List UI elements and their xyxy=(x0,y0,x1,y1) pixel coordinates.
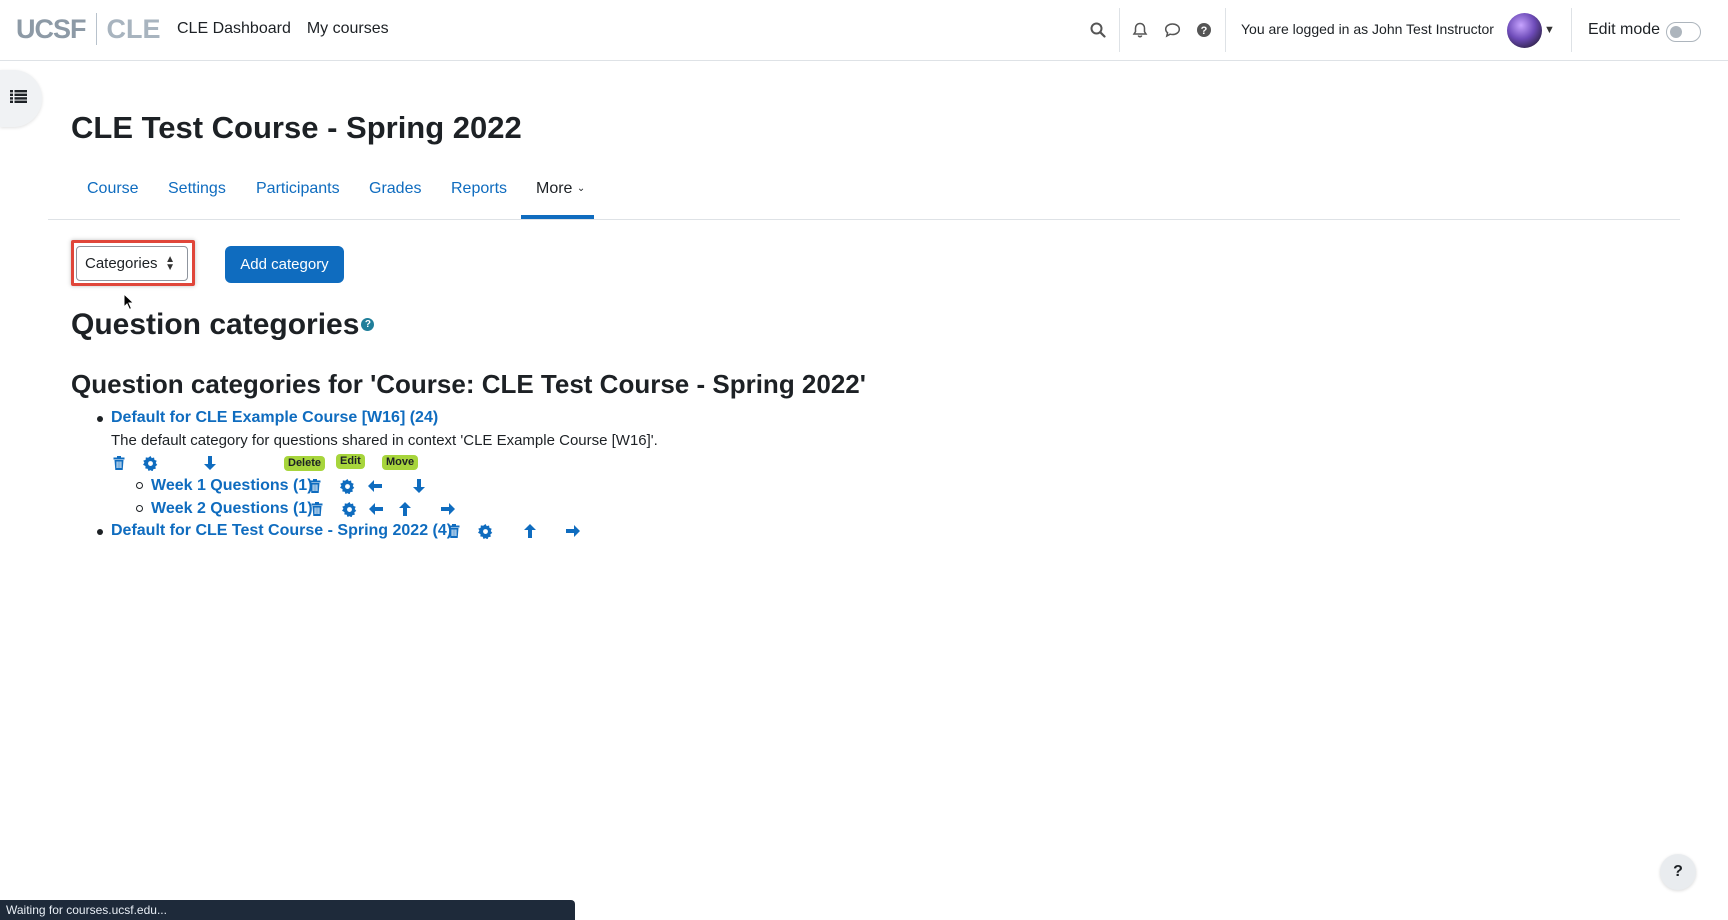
gear-icon[interactable] xyxy=(142,455,158,471)
logo-divider xyxy=(95,13,97,45)
arrow-left-icon[interactable] xyxy=(367,478,383,494)
list-bullet xyxy=(136,505,143,512)
question-bank-select[interactable]: Categories ▲ ▼ xyxy=(76,246,188,281)
context-heading: Question categories for 'Course: CLE Tes… xyxy=(71,369,866,399)
chevron-down-icon: ⌄ xyxy=(576,183,586,194)
messages-chat-icon[interactable] xyxy=(1161,19,1183,41)
trash-icon[interactable] xyxy=(446,523,462,539)
list-bullet xyxy=(136,482,143,489)
help-button[interactable]: ? xyxy=(1660,854,1696,890)
edit-mode-label: Edit mode xyxy=(1588,21,1661,38)
move-tag: Move xyxy=(382,455,419,470)
secondary-navigation: Course Settings Participants Grades Repo… xyxy=(48,170,1680,220)
help-question-icon[interactable]: ? xyxy=(361,317,375,331)
user-avatar[interactable] xyxy=(1507,13,1542,48)
toggle-knob xyxy=(1670,26,1682,38)
select-value: Categories xyxy=(85,255,158,272)
tab-participants[interactable]: Participants xyxy=(256,180,340,198)
navbar-divider xyxy=(1571,8,1572,52)
arrow-right-icon[interactable] xyxy=(440,501,456,517)
gear-icon[interactable] xyxy=(339,478,355,494)
navbar-divider xyxy=(1119,8,1120,52)
gear-icon[interactable] xyxy=(477,523,493,539)
category-week-2[interactable]: Week 2 Questions (1) xyxy=(151,500,313,518)
logged-in-user-text: You are logged in as John Test Instructo… xyxy=(1241,21,1494,37)
arrow-left-icon[interactable] xyxy=(368,501,384,517)
trash-icon[interactable] xyxy=(307,478,323,494)
tab-reports[interactable]: Reports xyxy=(451,180,507,198)
delete-tag: Delete xyxy=(284,456,326,471)
active-tab-indicator xyxy=(521,215,594,219)
tab-grades[interactable]: Grades xyxy=(369,180,421,198)
tab-more[interactable]: More ⌄ xyxy=(536,180,585,198)
trash-icon[interactable] xyxy=(309,501,325,517)
category-default-cle-test[interactable]: Default for CLE Test Course - Spring 202… xyxy=(111,522,452,540)
chevron-down-icon[interactable]: ▼ xyxy=(1544,24,1555,36)
page-title: CLE Test Course - Spring 2022 xyxy=(71,110,522,145)
tab-settings[interactable]: Settings xyxy=(168,180,226,198)
add-category-button[interactable]: Add category xyxy=(225,246,344,283)
top-navbar: UCSF CLE CLE Dashboard My courses ? You … xyxy=(0,0,1728,61)
tab-more-label: More xyxy=(536,180,573,197)
arrow-down-icon[interactable] xyxy=(202,455,218,471)
list-bullet xyxy=(97,529,103,535)
arrow-up-icon[interactable] xyxy=(522,523,538,539)
list-icon xyxy=(10,89,27,108)
nav-cle-dashboard[interactable]: CLE Dashboard xyxy=(177,20,291,38)
browser-status-bar: Waiting for courses.ucsf.edu... xyxy=(0,900,575,920)
site-logo[interactable]: UCSF CLE xyxy=(16,12,161,46)
arrow-right-icon[interactable] xyxy=(565,523,581,539)
logo-cle-text: CLE xyxy=(106,13,161,44)
primary-navigation: CLE Dashboard My courses xyxy=(177,20,389,38)
logo-ucsf-text: UCSF xyxy=(16,13,86,44)
navbar-divider xyxy=(1225,8,1226,52)
edit-mode-toggle[interactable] xyxy=(1666,22,1701,42)
nav-my-courses[interactable]: My courses xyxy=(307,20,389,38)
edit-tag: Edit xyxy=(336,454,365,469)
arrow-down-icon[interactable] xyxy=(411,478,427,494)
category-description: The default category for questions share… xyxy=(111,432,658,449)
question-categories-heading: Question categories? xyxy=(71,308,375,342)
search-icon[interactable] xyxy=(1087,19,1109,41)
trash-icon[interactable] xyxy=(111,455,127,471)
course-index-drawer-toggle[interactable] xyxy=(0,70,42,127)
gear-icon[interactable] xyxy=(341,501,357,517)
heading-text: Question categories xyxy=(71,308,360,341)
arrow-up-icon[interactable] xyxy=(397,501,413,517)
svg-text:?: ? xyxy=(1201,25,1208,37)
category-week-1[interactable]: Week 1 Questions (1) xyxy=(151,477,313,495)
select-sort-icon: ▲ ▼ xyxy=(165,254,175,273)
tab-course[interactable]: Course xyxy=(87,180,139,198)
category-default-cle-example[interactable]: Default for CLE Example Course [W16] (24… xyxy=(111,409,438,427)
help-question-icon[interactable]: ? xyxy=(1193,19,1215,41)
list-bullet xyxy=(97,416,103,422)
notification-bell-icon[interactable] xyxy=(1129,19,1151,41)
